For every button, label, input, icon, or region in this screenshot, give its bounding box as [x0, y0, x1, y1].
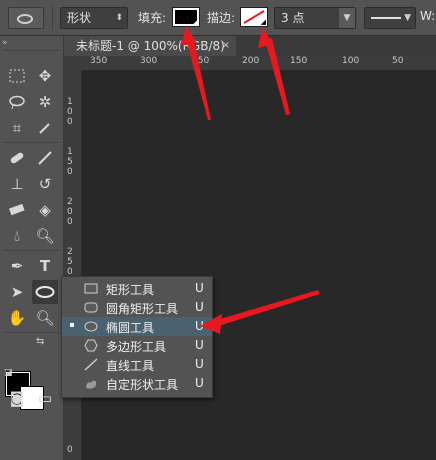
annotation-arrows — [181, 26, 320, 334]
arrow-to-ellipse — [210, 290, 320, 328]
arrow-to-stroke — [265, 38, 290, 115]
arrow-to-fill — [186, 36, 211, 120]
arrowhead-ellipse — [200, 314, 222, 334]
